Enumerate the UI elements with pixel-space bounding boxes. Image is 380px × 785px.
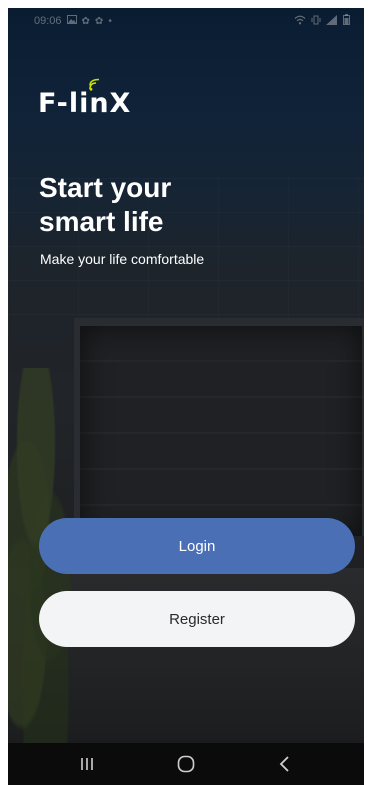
dot-icon: • [108, 15, 112, 27]
dark-overlay [8, 8, 364, 785]
recent-apps-icon[interactable] [67, 749, 107, 779]
status-left: 09:06 ✿ ✿ • [34, 15, 112, 27]
signal-icon [326, 14, 338, 28]
vibrate-icon [311, 15, 321, 28]
register-button[interactable]: Register [39, 591, 355, 647]
back-icon[interactable] [265, 749, 305, 779]
app-logo: F-linX [38, 78, 132, 119]
gallery-icon [66, 15, 77, 27]
hero-title-line1: Start your [39, 172, 172, 203]
settings-icon: ✿ [94, 15, 104, 27]
hero-title: Start your smart life [39, 171, 171, 239]
status-right [294, 14, 350, 28]
hero-subtitle: Make your life comfortable [40, 251, 205, 267]
status-bar: 09:06 ✿ ✿ • [8, 8, 364, 34]
settings-icon: ✿ [81, 15, 90, 27]
logo-text: F-linX [38, 88, 132, 119]
background-image [8, 8, 364, 785]
home-icon[interactable] [166, 749, 206, 779]
phone-screen: 09:06 ✿ ✿ • F-linX Start your smart life… [8, 8, 364, 785]
wifi-icon [294, 15, 306, 28]
status-time: 09:06 [34, 15, 62, 27]
navigation-bar [8, 743, 364, 785]
hero-title-line2: smart life [39, 206, 164, 237]
logo-wifi-icon [89, 78, 100, 91]
login-button[interactable]: Login [39, 518, 355, 574]
battery-icon [343, 14, 350, 28]
